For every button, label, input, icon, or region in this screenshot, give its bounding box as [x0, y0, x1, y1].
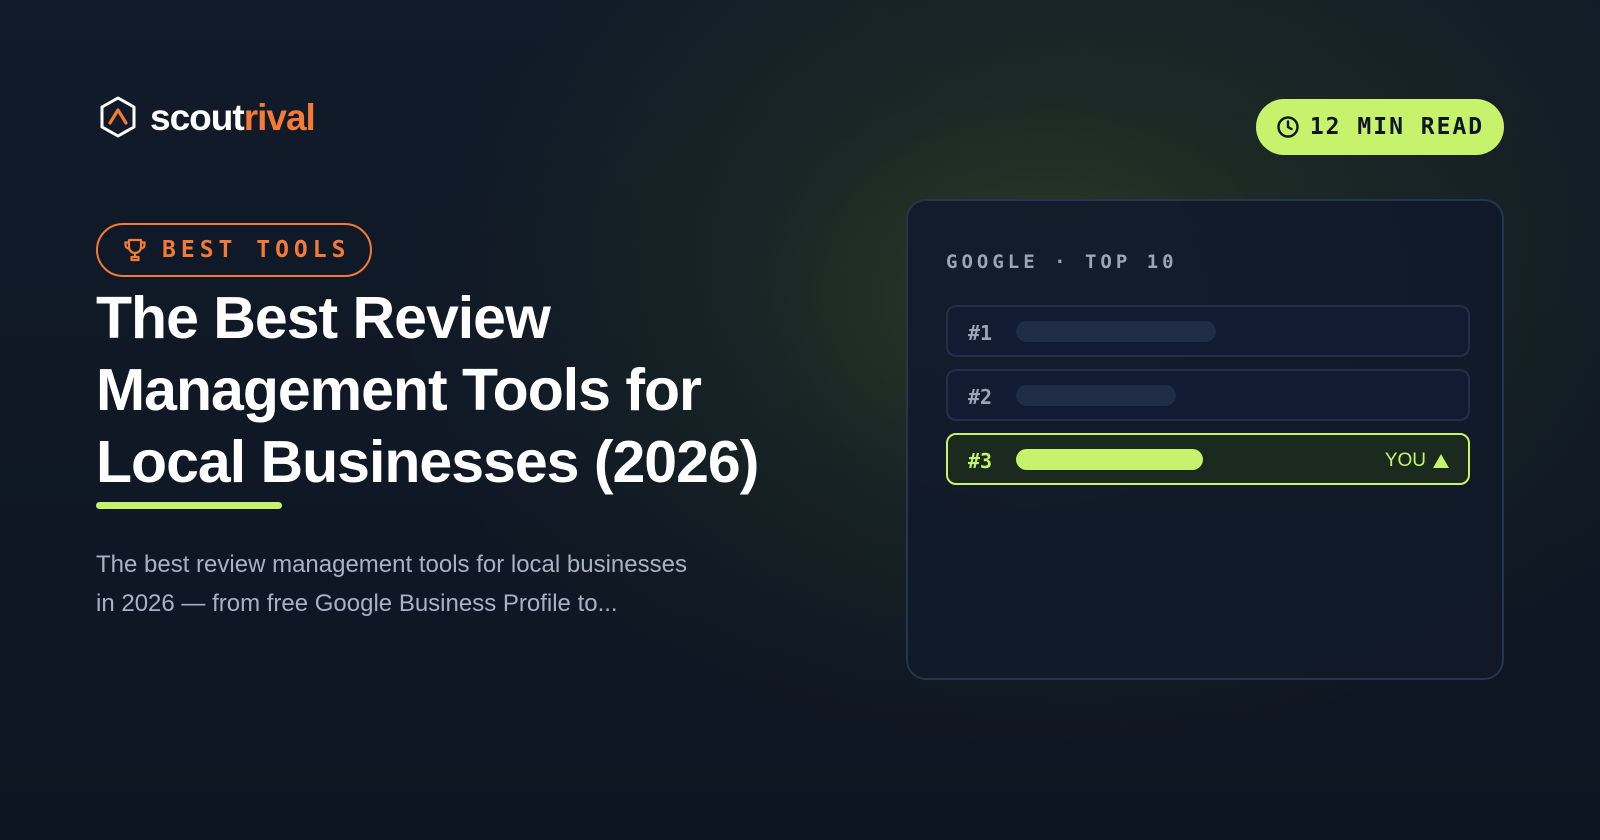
ranking-row-highlighted: #3 YOU: [946, 433, 1470, 485]
title-line: Management Tools for: [96, 357, 702, 423]
clock-icon: [1277, 116, 1299, 138]
page-title: The Best Review Management Tools for Loc…: [96, 282, 816, 498]
rank-number: #2: [968, 385, 993, 409]
trophy-icon: [124, 238, 146, 262]
description: The best review management tools for loc…: [96, 545, 786, 623]
ranking-card: GOOGLE · TOP 10 #1 #2 #3 YOU: [906, 199, 1504, 680]
brand-logo[interactable]: scoutrival: [98, 96, 316, 138]
ranking-row: #2: [946, 369, 1470, 421]
category-badge: BEST TOOLS: [96, 223, 372, 277]
title-underline: [96, 502, 282, 509]
triangle-up-icon: [1433, 454, 1449, 468]
title-line: The Best Review: [96, 285, 551, 351]
read-time-badge: 12 MIN READ: [1256, 99, 1504, 155]
rank-placeholder-bar: [1016, 385, 1176, 406]
ranking-card-header: GOOGLE · TOP 10: [946, 251, 1178, 273]
rank-number: #1: [968, 321, 993, 345]
brand-name-part2: rival: [243, 96, 316, 138]
rank-placeholder-bar: [1016, 321, 1216, 342]
you-label: YOU: [1384, 450, 1426, 471]
description-line: The best review management tools for loc…: [96, 551, 687, 578]
rank-number: #3: [968, 449, 993, 473]
rank-highlight-bar: [1016, 449, 1203, 470]
ranking-row: #1: [946, 305, 1470, 357]
category-label: BEST TOOLS: [162, 237, 351, 263]
brand-name-part1: scout: [150, 96, 245, 138]
scoutrival-hexagon-logo-icon: [100, 96, 136, 138]
title-line: Local Businesses (2026): [96, 429, 759, 495]
brand-name: scoutrival: [150, 96, 316, 138]
description-line: in 2026 — from free Google Business Prof…: [96, 590, 618, 617]
you-tag: YOU: [1385, 450, 1450, 472]
read-time-label: 12 MIN READ: [1309, 114, 1485, 140]
